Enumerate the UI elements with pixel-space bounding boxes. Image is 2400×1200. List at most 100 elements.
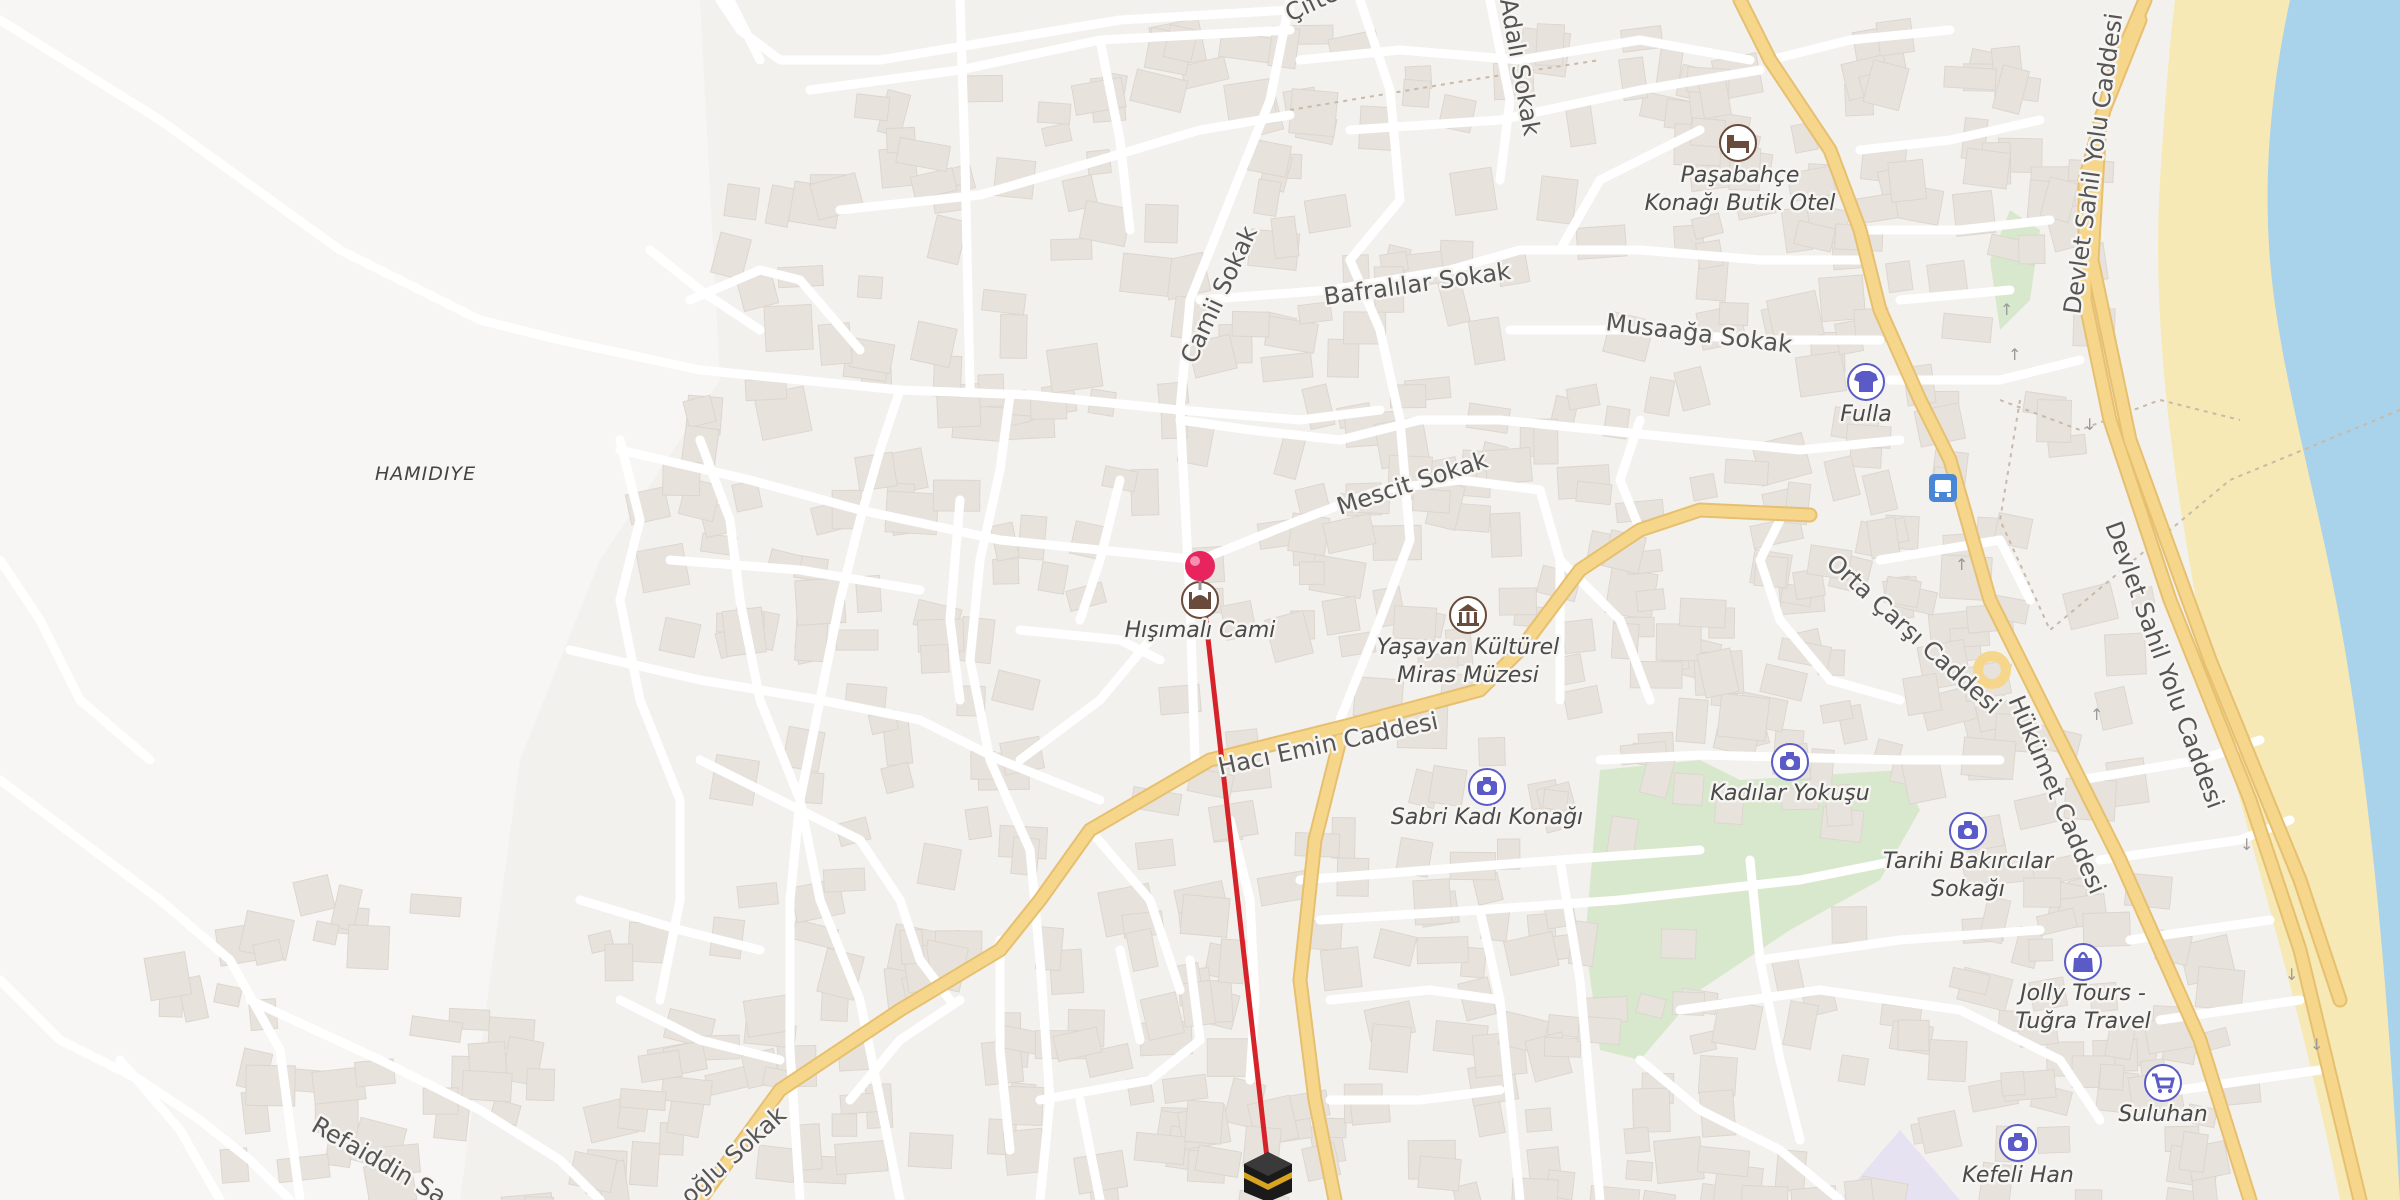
poi-label: Kefeli Han xyxy=(1962,1163,2074,1188)
building xyxy=(723,183,761,221)
poi-label: Tuğra Travel xyxy=(2015,1009,2151,1034)
building xyxy=(637,1049,683,1083)
building xyxy=(1902,672,1943,717)
building xyxy=(1321,595,1361,636)
building xyxy=(1179,893,1231,938)
building xyxy=(1536,175,1579,225)
building xyxy=(1543,1036,1582,1058)
svg-text:↑: ↑ xyxy=(2008,345,2021,364)
building xyxy=(1144,203,1179,244)
bed-icon[interactable] xyxy=(1719,124,1757,162)
building xyxy=(1037,560,1069,595)
building xyxy=(1133,1131,1187,1166)
building xyxy=(1635,588,1666,613)
building xyxy=(1050,238,1093,261)
building xyxy=(628,1140,661,1187)
building xyxy=(1575,480,1613,506)
camera-icon[interactable] xyxy=(1771,743,1809,781)
building xyxy=(604,943,634,982)
building xyxy=(1417,1155,1462,1192)
building xyxy=(919,643,950,674)
camera-icon[interactable] xyxy=(1468,768,1506,806)
building xyxy=(2098,1063,2125,1091)
building xyxy=(1917,1109,1963,1155)
building xyxy=(1631,1087,1671,1133)
building xyxy=(1843,1178,1875,1200)
building xyxy=(525,1067,556,1102)
building xyxy=(1449,166,1498,217)
building xyxy=(2000,1070,2026,1097)
building xyxy=(853,93,891,122)
building xyxy=(1885,260,1914,294)
building xyxy=(856,275,884,300)
building xyxy=(1427,764,1468,808)
building xyxy=(1498,587,1538,616)
building xyxy=(1866,516,1901,560)
poi-label: Yaşayan Kültürel xyxy=(1377,635,1559,660)
building xyxy=(1045,342,1104,394)
svg-text:↑: ↑ xyxy=(2000,300,2013,319)
building xyxy=(1943,65,1997,91)
building xyxy=(461,1069,513,1103)
building xyxy=(143,951,193,1002)
museum-icon[interactable] xyxy=(1449,596,1487,634)
svg-text:↓: ↓ xyxy=(2083,415,2096,434)
map-view[interactable]: ↑↑ ↓↑ ↑↓ ↓↓ Çifte Adalı Sokak Camii Soka… xyxy=(0,0,2400,1200)
building xyxy=(1716,692,1771,742)
building xyxy=(1298,561,1325,586)
building xyxy=(822,867,866,893)
building xyxy=(1655,623,1702,662)
building xyxy=(1231,310,1270,338)
building xyxy=(1416,936,1469,965)
building xyxy=(1206,1038,1253,1077)
building xyxy=(346,924,391,971)
building xyxy=(1484,446,1533,486)
poi-label: Fulla xyxy=(1840,402,1891,427)
poi-label: Kadılar Yokuşu xyxy=(1710,781,1869,806)
building xyxy=(1723,458,1770,487)
building xyxy=(1184,1099,1225,1145)
building xyxy=(1270,215,1300,260)
building xyxy=(1524,1107,1553,1133)
building xyxy=(1837,1054,1870,1086)
building xyxy=(909,320,958,369)
building xyxy=(658,616,702,659)
building xyxy=(1689,472,1719,502)
building xyxy=(2082,911,2132,948)
camera-icon[interactable] xyxy=(1949,812,1987,850)
poi-label: Miras Müzesi xyxy=(1397,663,1539,688)
building xyxy=(1849,446,1883,469)
shopping-bag-icon[interactable] xyxy=(2064,943,2102,981)
building xyxy=(1887,158,1928,203)
building xyxy=(1006,1085,1044,1127)
district-label: HAMIDIYE xyxy=(375,463,476,485)
bus-stop-icon[interactable] xyxy=(1929,474,1957,502)
building xyxy=(1401,78,1431,109)
building xyxy=(619,1087,667,1112)
building xyxy=(2018,234,2046,265)
building xyxy=(1941,312,1994,344)
poi-label: Konağı Butik Otel xyxy=(1645,191,1836,216)
building xyxy=(1036,101,1072,125)
building xyxy=(965,74,1004,103)
svg-text:↑: ↑ xyxy=(1955,555,1968,574)
shirt-icon[interactable] xyxy=(1847,363,1885,401)
building xyxy=(1119,252,1173,297)
building xyxy=(980,288,1027,316)
building xyxy=(1260,351,1314,383)
building xyxy=(635,542,691,594)
svg-text:↓: ↓ xyxy=(2310,1035,2323,1054)
camera-icon[interactable] xyxy=(1999,1124,2037,1162)
building xyxy=(1467,316,1506,366)
building xyxy=(736,882,780,909)
svg-text:↓: ↓ xyxy=(2285,965,2298,984)
building xyxy=(1927,1038,1968,1083)
shopping-cart-icon[interactable] xyxy=(2144,1064,2182,1102)
poi-label: Hışımalı Cami xyxy=(1125,618,1276,643)
building xyxy=(2028,938,2054,962)
building xyxy=(1288,88,1339,138)
building xyxy=(992,558,1020,585)
building xyxy=(1901,757,1947,805)
building xyxy=(292,874,336,917)
building xyxy=(1740,1184,1789,1200)
